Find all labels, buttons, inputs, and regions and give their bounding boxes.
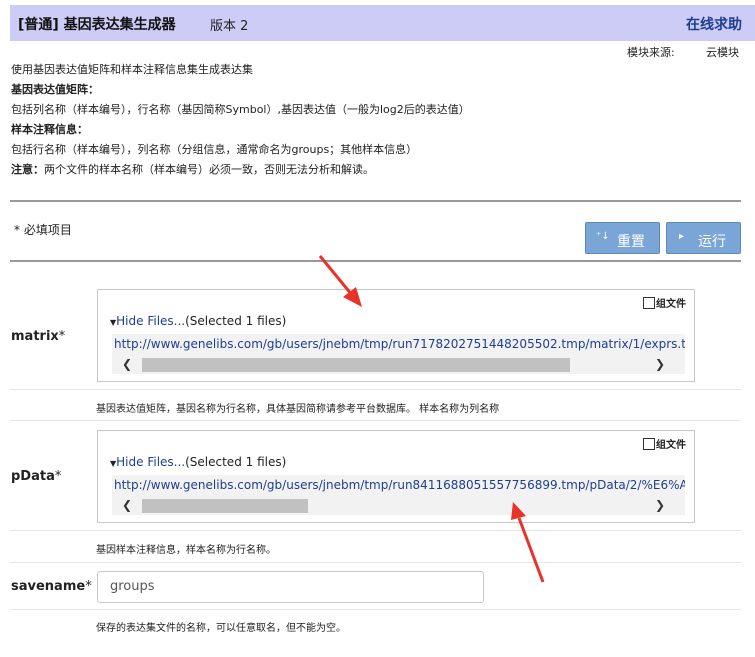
annotation-arrow-pdata — [511, 502, 545, 583]
annotation-arrow-matrix — [318, 255, 362, 307]
annotation-arrows — [318, 255, 545, 583]
